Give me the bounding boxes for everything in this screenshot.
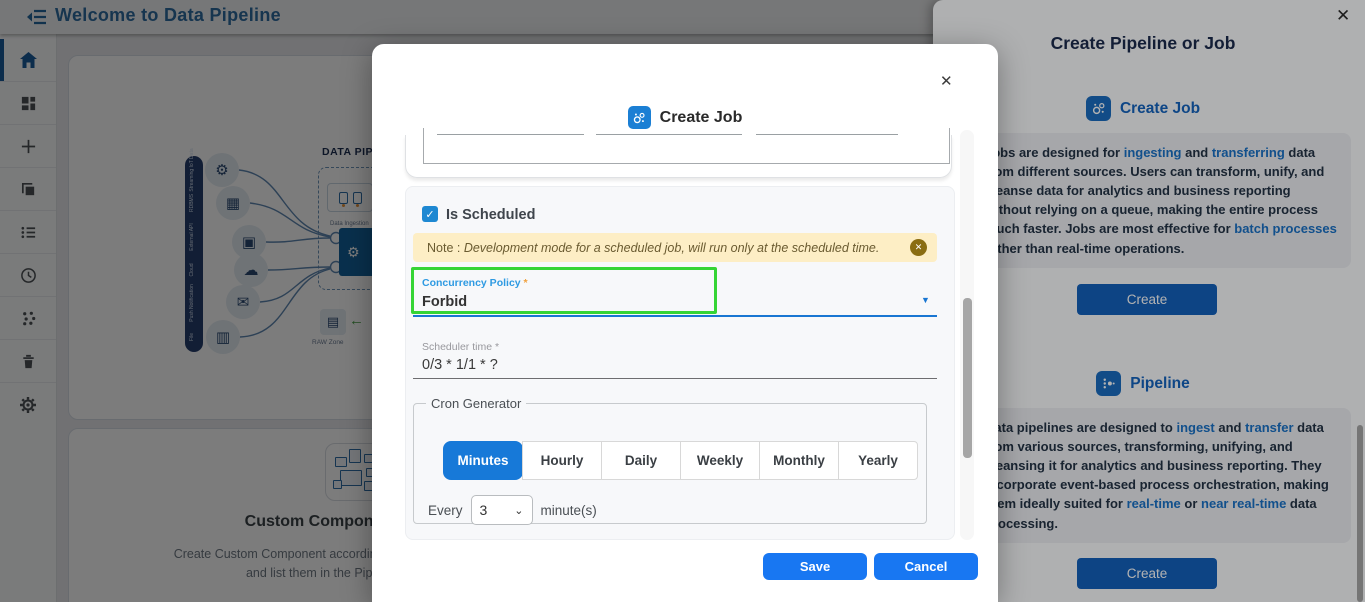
select-caret-icon: ⌄ (514, 504, 523, 517)
concurrency-policy-label: Concurrency Policy * (422, 277, 528, 289)
cron-generator-fieldset: Cron Generator Minutes Hourly Daily Week… (413, 396, 927, 524)
scheduler-time-label: Scheduler time * (422, 341, 499, 353)
modal-title: Create Job (660, 109, 743, 127)
minute-select-value: 3 (480, 502, 488, 518)
is-scheduled-checkbox[interactable]: ✓ (422, 206, 438, 222)
scheduler-time-input[interactable]: 0/3 * 1/1 * ? (422, 357, 498, 373)
note-text: Note : Development mode for a scheduled … (427, 241, 879, 255)
every-label: Every (428, 503, 463, 518)
modal-close-icon[interactable]: ✕ (940, 72, 953, 90)
tab-monthly[interactable]: Monthly (759, 441, 839, 480)
cancel-button[interactable]: Cancel (874, 553, 978, 580)
check-icon: ✓ (425, 208, 434, 221)
minute-select[interactable]: 3 ⌄ (471, 495, 533, 525)
cron-tabs: Minutes Hourly Daily Weekly Monthly Year… (443, 441, 918, 480)
tab-daily[interactable]: Daily (601, 441, 681, 480)
modal-title-row: Create Job (372, 106, 998, 129)
tab-minutes[interactable]: Minutes (443, 441, 523, 480)
tab-yearly[interactable]: Yearly (838, 441, 918, 480)
note-close-icon[interactable]: ✕ (910, 239, 927, 256)
concurrency-policy-select[interactable]: Forbid (422, 294, 467, 310)
scrolled-form-card (405, 135, 952, 178)
is-scheduled-label: Is Scheduled (446, 207, 535, 223)
chevron-down-icon[interactable]: ▼ (921, 295, 930, 305)
scheduler-time-underline (413, 378, 937, 379)
tab-weekly[interactable]: Weekly (680, 441, 760, 480)
save-button[interactable]: Save (763, 553, 867, 580)
concurrency-underline (413, 315, 937, 317)
note-banner: Note : Development mode for a scheduled … (413, 233, 937, 262)
modal-scrollbar-thumb[interactable] (963, 298, 972, 458)
create-job-icon (628, 106, 651, 129)
every-minutes-row: Every 3 ⌄ minute(s) (428, 495, 597, 525)
minutes-unit-label: minute(s) (541, 503, 597, 518)
cron-generator-legend: Cron Generator (426, 396, 526, 411)
create-job-modal: ✕ Create Job ✓ Is Scheduled Note : Devel… (372, 44, 998, 602)
tab-hourly[interactable]: Hourly (522, 441, 602, 480)
